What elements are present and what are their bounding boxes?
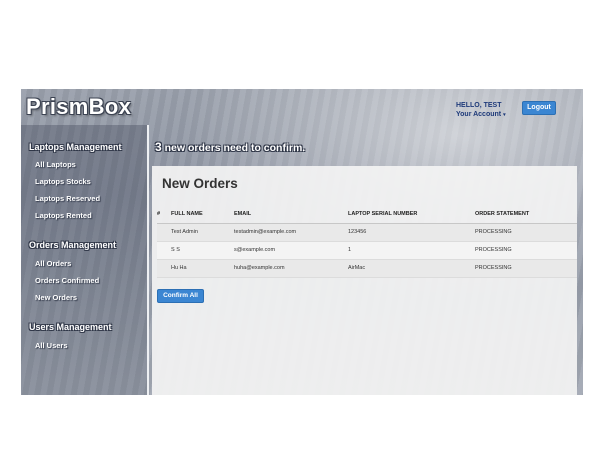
cell-serial: AirMac (348, 259, 475, 278)
greeting-text: HELLO, TEST (456, 102, 502, 109)
cell-index (157, 259, 171, 278)
cell-statement: PROCESSING (475, 241, 577, 260)
column-header-index: # (157, 206, 171, 224)
sidebar-item-all-laptops[interactable]: All Laptops (35, 160, 76, 169)
cell-email: huha@example.com (234, 259, 348, 278)
cell-statement: PROCESSING (475, 259, 577, 278)
app-logo[interactable]: PrismBox (26, 94, 131, 120)
column-header-serial: LAPTOP SERIAL NUMBER (348, 206, 475, 224)
sidebar-heading-laptops: Laptops Management (29, 142, 122, 152)
cell-email: testadmin@example.com (234, 223, 348, 242)
pending-notice-text: new orders need to confirm. (164, 142, 306, 154)
account-menu[interactable]: Your Account ▾ (456, 110, 506, 120)
cell-full-name: Hu Ha (171, 259, 234, 278)
cell-index (157, 223, 171, 242)
orders-table: # FULL NAME EMAIL LAPTOP SERIAL NUMBER O… (157, 206, 577, 278)
sidebar-divider (147, 125, 149, 395)
table-header-row: # FULL NAME EMAIL LAPTOP SERIAL NUMBER O… (157, 206, 577, 224)
cell-full-name: Test Admin (171, 223, 234, 242)
pending-orders-notice: 3 new orders need to confirm. (155, 140, 305, 154)
cell-index (157, 241, 171, 260)
panel-title: New Orders (162, 176, 238, 191)
cell-serial: 123456 (348, 223, 475, 242)
sidebar-heading-users: Users Management (29, 322, 112, 332)
account-box: HELLO, TEST Your Account ▾ (456, 101, 506, 120)
sidebar-item-laptops-stocks[interactable]: Laptops Stocks (35, 177, 91, 186)
sidebar-item-orders-confirmed[interactable]: Orders Confirmed (35, 276, 99, 285)
cell-email: s@example.com (234, 241, 348, 260)
cell-statement: PROCESSING (475, 223, 577, 242)
sidebar-item-all-users[interactable]: All Users (35, 341, 68, 350)
sidebar-heading-orders: Orders Management (29, 240, 117, 250)
logout-button[interactable]: Logout (522, 101, 556, 115)
header: PrismBox HELLO, TEST Your Account ▾ Logou… (21, 89, 583, 125)
column-header-email: EMAIL (234, 206, 348, 224)
cell-full-name: S S (171, 241, 234, 260)
sidebar: Laptops Management All Laptops Laptops S… (21, 125, 147, 395)
account-menu-label: Your Account (456, 111, 502, 118)
new-orders-panel: New Orders # FULL NAME EMAIL LAPTOP SERI… (152, 166, 577, 395)
sidebar-item-laptops-rented[interactable]: Laptops Rented (35, 211, 92, 220)
table-row[interactable]: Test Admin testadmin@example.com 123456 … (157, 223, 577, 242)
column-header-full-name: FULL NAME (171, 206, 234, 224)
sidebar-item-new-orders[interactable]: New Orders (35, 293, 77, 302)
column-header-statement: ORDER STATEMENT (475, 206, 577, 224)
table-row[interactable]: Hu Ha huha@example.com AirMac PROCESSING (157, 259, 577, 278)
cell-serial: 1 (348, 241, 475, 260)
confirm-all-button[interactable]: Confirm All (157, 289, 204, 303)
sidebar-item-laptops-reserved[interactable]: Laptops Reserved (35, 194, 100, 203)
app-window: PrismBox HELLO, TEST Your Account ▾ Logou… (21, 89, 583, 395)
sidebar-item-all-orders[interactable]: All Orders (35, 259, 71, 268)
caret-down-icon: ▾ (503, 112, 506, 118)
pending-count: 3 (155, 140, 162, 154)
table-row[interactable]: S S s@example.com 1 PROCESSING (157, 241, 577, 260)
